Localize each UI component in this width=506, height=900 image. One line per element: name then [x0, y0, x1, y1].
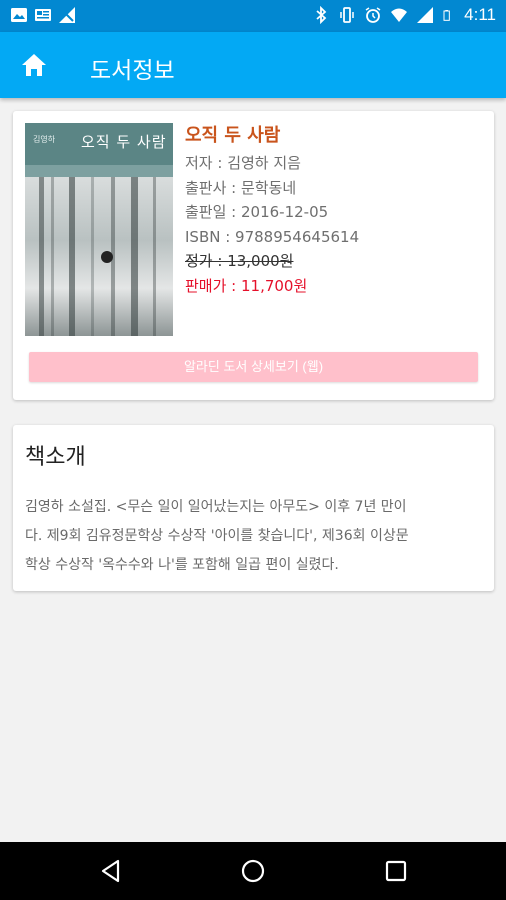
home-icon[interactable]	[18, 49, 50, 81]
list-price: 정가 : 13,000원	[185, 252, 294, 270]
intro-line: 학상 수상작 '옥수수와 나'를 포함해 일곱 편이 실렸다.	[25, 557, 339, 573]
system-nav-bar	[0, 842, 506, 900]
signal-off-icon	[59, 7, 75, 23]
vibrate-icon	[340, 7, 354, 23]
intro-line: 김영하 소설집. <무슨 일이 일어났는지는 아무도> 이후 7년 만이	[25, 499, 407, 515]
alarm-icon	[365, 7, 381, 23]
cover-tree	[91, 177, 94, 336]
cover-tree	[69, 177, 75, 336]
news-icon	[35, 9, 51, 21]
cover-tree	[131, 177, 138, 336]
intro-heading: 책소개	[25, 445, 86, 470]
page-title: 도서정보	[90, 58, 175, 84]
back-icon[interactable]	[98, 857, 126, 885]
cover-header: 김영하 오직 두 사람	[25, 123, 173, 165]
book-intro-card: 책소개 김영하 소설집. <무슨 일이 일어났는지는 아무도> 이후 7년 만이…	[13, 425, 494, 591]
cover-tree	[39, 177, 44, 336]
status-bar: 4:11	[0, 0, 506, 32]
recents-icon[interactable]	[382, 857, 410, 885]
cover-band	[25, 165, 173, 177]
wifi-icon	[391, 8, 408, 22]
sale-price: 판매가 : 11,700원	[185, 276, 308, 295]
image-icon	[11, 8, 27, 22]
cover-author: 김영하	[33, 135, 56, 144]
book-cover: 김영하 오직 두 사람	[25, 123, 173, 336]
author-line: 저자 : 김영하 지음	[185, 154, 301, 172]
cover-tree	[51, 177, 54, 336]
intro-text: 김영하 소설집. <무슨 일이 일어났는지는 아무도> 이후 7년 만이 다. …	[25, 493, 483, 580]
status-time: 4:11	[464, 5, 496, 24]
cover-title: 오직 두 사람	[81, 133, 167, 151]
battery-icon	[443, 10, 451, 21]
intro-line: 다. 제9회 김유정문학상 수상작 '아이를 찾습니다', 제36회 이상문	[25, 528, 409, 544]
bluetooth-icon	[316, 6, 327, 24]
status-right-icons: 4:11	[312, 5, 496, 25]
publisher-line: 출판사 : 문학동네	[185, 178, 297, 197]
signal-icon	[417, 7, 434, 23]
book-info-card: 김영하 오직 두 사람 오직 두 사람 저자 : 김영하 지음 출판사 : 문학…	[13, 111, 494, 400]
book-details: 오직 두 사람 저자 : 김영하 지음 출판사 : 문학동네 출판일 : 201…	[185, 123, 359, 298]
publish-date-line: 출판일 : 2016-12-05	[185, 203, 329, 221]
home-circle-icon[interactable]	[239, 857, 267, 885]
app-bar: 도서정보	[0, 32, 506, 98]
book-title: 오직 두 사람	[185, 125, 281, 146]
status-left-icons	[10, 6, 76, 24]
aladin-detail-button[interactable]: 알라딘 도서 상세보기 (웹)	[29, 352, 478, 382]
cover-tree	[153, 177, 156, 336]
cover-photo	[25, 177, 173, 336]
cover-figure	[101, 251, 113, 263]
isbn-line: ISBN : 9788954645614	[185, 227, 360, 246]
